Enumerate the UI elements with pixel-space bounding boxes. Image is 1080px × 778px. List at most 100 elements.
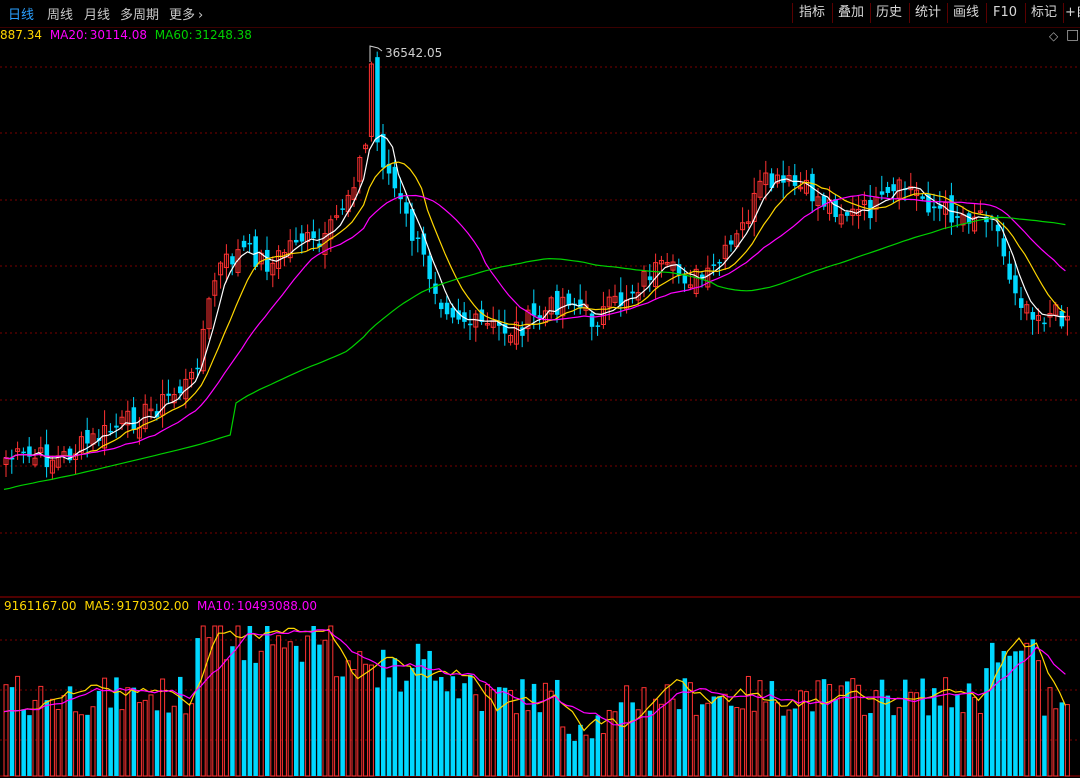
volume-bar-up [218,625,224,777]
volume-bar-down [833,698,838,776]
volume-bar-up [513,713,519,777]
volume-bar-down [781,715,786,776]
volume-bar-up [670,698,676,777]
volume-bar-down [682,678,688,776]
volume-bar-up [687,682,693,777]
ma5-line [3,134,1066,460]
volume-bar-down [241,660,247,776]
candle-body-down [241,240,247,248]
volume-bar-down [879,679,885,776]
ma20-label: MA20: [49,28,88,42]
volume-bar-down [317,644,322,776]
candle-body-down [792,175,798,186]
volume-bar-down [555,679,560,776]
candle-body-down [682,275,688,284]
candle-body-down [410,209,415,241]
volume-bar-down [700,704,705,776]
volume-bar-up [1047,687,1053,777]
volume-bar-down [531,683,537,776]
volume-bar-up [624,685,630,777]
volume-bar-down [647,710,653,776]
candle-body-down [131,407,137,430]
kline-chart[interactable] [0,0,1080,778]
volume-bar-down [1001,651,1007,776]
volume-bar-down [154,710,160,776]
volume-bar-down [340,676,345,776]
candle-body-down [114,425,119,428]
volume-bar-up [206,637,212,777]
volume-bar-down [230,646,235,776]
volume-bar-up [815,680,821,777]
volume-bar-up [914,692,920,777]
volume-bar-up [908,691,914,777]
volume-bar-down [595,715,601,776]
volume-bar-up [827,684,833,777]
volume-bar-up [763,701,769,777]
volume-bar-down [415,643,421,776]
volume-bar-down [450,676,456,776]
volume-bar-down [717,696,722,776]
candle-body-down [415,237,421,240]
volume-bar-up [960,712,966,777]
volume-bar-up [740,708,746,777]
volume-bar-down [937,705,943,776]
candle-body-down [21,451,26,454]
volume-bar-up [542,682,548,777]
volume-bar-up [583,734,589,777]
candle-body-down [450,307,456,318]
candle-body-down [949,195,954,223]
volume-bar-down [166,712,171,776]
volume-bar-up [183,713,189,777]
volume-bar-down [439,677,444,776]
volume-bar-up [90,706,96,777]
ma20-value: 30114.08 [89,28,147,42]
volume-bar-down [131,687,137,776]
volume-bar-up [351,669,357,777]
candle-body-down [531,303,537,316]
volume-bar-down [433,680,438,776]
candle-body-down [166,393,171,396]
volume-legend: 9161167.00 MA5: 9170302.00 MA10: 10493088.… [4,599,317,613]
candle-body-down [178,386,183,394]
volume-bar-up [693,714,699,777]
volume-bar-down [920,678,925,776]
candle-body-down [375,57,380,143]
candle-body-down [932,206,937,209]
volume-bar-up [78,714,84,777]
volume-bar-down [949,707,954,776]
diamond-icon[interactable]: ◇ [1049,29,1058,43]
volume-bar-up [328,625,334,777]
volume-bar-up [977,712,983,777]
volume-bar-up [15,675,21,777]
volume-bar-up [856,684,862,777]
candle-body-down [381,133,386,168]
volume-bar-up [142,699,148,777]
candle-body-down [879,191,885,195]
volume-bar-down [299,661,305,776]
candle-body-down [711,264,717,266]
candle-body-down [247,242,253,245]
candle-body-down [1007,263,1012,280]
candle-body-down [589,313,595,327]
volume-bar-up [49,698,55,777]
candle-body-down [955,216,960,218]
ma-short-value: 887.34 [0,28,42,42]
volume-bar-down [995,662,1001,776]
volume-bar-up [258,650,264,777]
volume-bar-up [751,710,757,777]
collapse-panel-icon[interactable]: □ [1066,27,1079,43]
volume-bar-up [73,711,79,777]
candle-body-down [833,199,838,218]
volume-bar-down [398,691,403,776]
volume-bar-down [885,695,891,776]
volume-ma5-label: MA5: [84,599,115,613]
candle-body-down [85,429,90,444]
volume-bar-up [305,635,311,777]
volume-bar-down [566,733,572,776]
volume-bar-down [868,713,873,776]
volume-bar-down [1013,651,1018,776]
candle-body-down [195,367,200,370]
candle-body-down [230,256,235,265]
volume-bar-down [27,715,32,776]
volume-bar-down [195,638,200,776]
